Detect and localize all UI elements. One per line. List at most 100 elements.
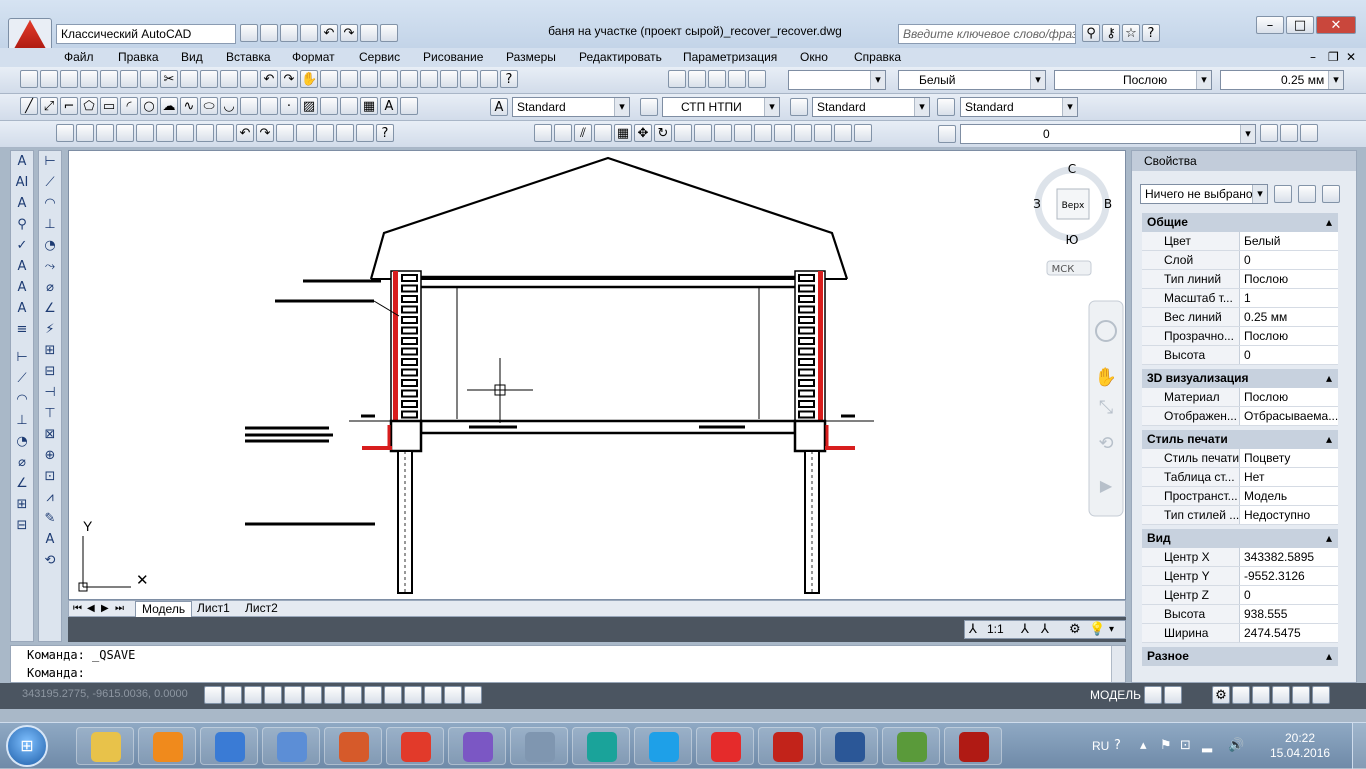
move-icon[interactable]: ✥ [634, 124, 652, 142]
block-editor-icon[interactable] [240, 70, 258, 88]
extend-icon[interactable] [734, 124, 752, 142]
menu-dimension[interactable]: Размеры [502, 48, 560, 67]
menu-draw[interactable]: Рисование [419, 48, 487, 67]
auto-scale-icon[interactable]: ⅄ [1041, 621, 1049, 639]
close-icon[interactable]: ✕ [1316, 16, 1356, 34]
spline-icon[interactable]: ∿ [180, 97, 198, 115]
sheet-set-icon[interactable] [336, 124, 354, 142]
layer-make-current-icon[interactable] [1260, 124, 1278, 142]
zoom-window-icon[interactable] [340, 70, 358, 88]
section-header[interactable]: Вид [1142, 529, 1338, 548]
section-header[interactable]: Стиль печати [1142, 430, 1338, 449]
menu-tools[interactable]: Сервис [355, 48, 404, 67]
3d-object-snap-icon[interactable] [324, 686, 342, 704]
property-value[interactable]: 1 [1241, 289, 1338, 307]
xline-icon[interactable]: ⤢ [40, 97, 58, 115]
property-value[interactable]: 0 [1241, 586, 1338, 604]
star-icon[interactable]: ☆ [1122, 24, 1140, 42]
3d-dwf-icon[interactable] [176, 124, 194, 142]
property-value[interactable]: 0 [1241, 251, 1338, 269]
plot-icon[interactable] [360, 24, 378, 42]
match-properties-icon[interactable] [196, 124, 214, 142]
open-icon[interactable] [76, 124, 94, 142]
ellipse-icon[interactable]: ⬭ [200, 97, 218, 115]
menu-window[interactable]: Окно [796, 48, 832, 67]
convert-text-icon[interactable]: ≡ [12, 320, 32, 340]
save-icon[interactable] [96, 124, 114, 142]
quick-dim-icon[interactable]: ⚡ [40, 320, 60, 340]
dim-baseline-2-icon[interactable]: ⊞ [40, 341, 60, 361]
new-icon[interactable] [20, 70, 38, 88]
start-button[interactable]: ⊞ [6, 725, 48, 767]
show-desktop-button[interactable] [1352, 723, 1366, 769]
dim-continue-2-icon[interactable]: ⊟ [40, 362, 60, 382]
taskbar-eset[interactable] [572, 727, 630, 765]
property-row[interactable]: Ширина 2474.5475 [1142, 624, 1338, 643]
taskbar-media-player[interactable] [138, 727, 196, 765]
property-value[interactable]: Послою [1241, 327, 1338, 345]
clock[interactable]: 20:22 15.04.2016 [1270, 731, 1330, 761]
block-editor-icon[interactable] [216, 124, 234, 142]
dim-arc-icon[interactable]: ◠ [12, 390, 32, 410]
open-icon[interactable] [260, 24, 278, 42]
offset-icon[interactable] [594, 124, 612, 142]
help-icon[interactable]: ? [376, 124, 394, 142]
open-icon[interactable] [40, 70, 58, 88]
allow-ucs-icon[interactable] [364, 686, 382, 704]
taskbar-viber[interactable] [448, 727, 506, 765]
plot-icon[interactable] [80, 70, 98, 88]
quick-properties-icon[interactable] [444, 686, 462, 704]
grid-display-icon[interactable] [244, 686, 262, 704]
property-row[interactable]: Прозрачно... Послою [1142, 327, 1338, 346]
doc-minimize-icon[interactable]: – [1306, 48, 1320, 67]
text-style-icon[interactable]: A [12, 257, 32, 277]
workspace-switch-icon[interactable]: ⚙ [1069, 621, 1081, 639]
tab-layout1[interactable]: Лист1 [191, 601, 236, 617]
property-value[interactable]: 0 [1241, 346, 1338, 364]
zoom-previous-icon[interactable] [360, 70, 378, 88]
quick-view-drawings-icon[interactable] [1164, 686, 1182, 704]
property-value[interactable]: 343382.5895 [1241, 548, 1338, 566]
property-value[interactable]: 938.555 [1241, 605, 1338, 623]
coordinates-readout[interactable]: 343195.2775, -9615.0036, 0.0000 [22, 688, 188, 700]
calculator-icon[interactable] [480, 70, 498, 88]
array-icon[interactable]: ▦ [614, 124, 632, 142]
property-row[interactable]: Центр X 343382.5895 [1142, 548, 1338, 567]
save-icon[interactable] [280, 24, 298, 42]
copy-object-icon[interactable] [554, 124, 572, 142]
rotate-icon[interactable]: ↻ [654, 124, 672, 142]
table-style-icon[interactable] [790, 98, 808, 116]
workspace-settings-icon[interactable]: ⚙ [1212, 686, 1230, 704]
taskbar-yandex-browser[interactable] [696, 727, 754, 765]
menu-edit[interactable]: Правка [114, 48, 163, 67]
rectangle-icon[interactable]: ▭ [100, 97, 118, 115]
sheet-set-icon[interactable] [440, 70, 458, 88]
paste-icon[interactable] [200, 70, 218, 88]
property-value[interactable]: Модель [1241, 487, 1338, 505]
property-value[interactable]: Послою [1241, 388, 1338, 406]
last-tab-icon[interactable]: ⏭ [115, 600, 124, 618]
property-value[interactable]: Отбрасываема... [1241, 407, 1338, 425]
dim-angular-2-icon[interactable]: ∠ [40, 299, 60, 319]
tool-palettes-icon[interactable] [420, 70, 438, 88]
undo-icon[interactable]: ↶ [260, 70, 278, 88]
drawing-area[interactable]: Y ✕ Верх С Ю З В МСК ✋ ⤡ ⟲ ▶ [68, 150, 1126, 600]
publish-icon[interactable] [156, 124, 174, 142]
menu-parametric[interactable]: Параметризация [679, 48, 781, 67]
zoom-realtime-icon[interactable] [320, 70, 338, 88]
orbit-nav-icon[interactable]: ⟲ [1098, 433, 1113, 454]
tray-menu-icon[interactable]: ▾ [1109, 621, 1114, 639]
text-style-icon[interactable]: A [490, 98, 508, 116]
markup-icon[interactable] [356, 124, 374, 142]
property-row[interactable]: Высота 938.555 [1142, 605, 1338, 624]
viewcube-north[interactable]: С [1068, 162, 1076, 176]
publish-icon[interactable] [120, 70, 138, 88]
menu-view[interactable]: Вид [177, 48, 207, 67]
pan-icon[interactable]: ✋ [300, 70, 318, 88]
zoom-nav-icon[interactable]: ⤡ [1099, 397, 1113, 418]
taskbar-yandex[interactable] [386, 727, 444, 765]
help-tray-icon[interactable]: ? [1114, 737, 1121, 755]
mleader-style-icon[interactable] [937, 98, 955, 116]
taskbar-sound[interactable] [262, 727, 320, 765]
new-icon[interactable] [240, 24, 258, 42]
